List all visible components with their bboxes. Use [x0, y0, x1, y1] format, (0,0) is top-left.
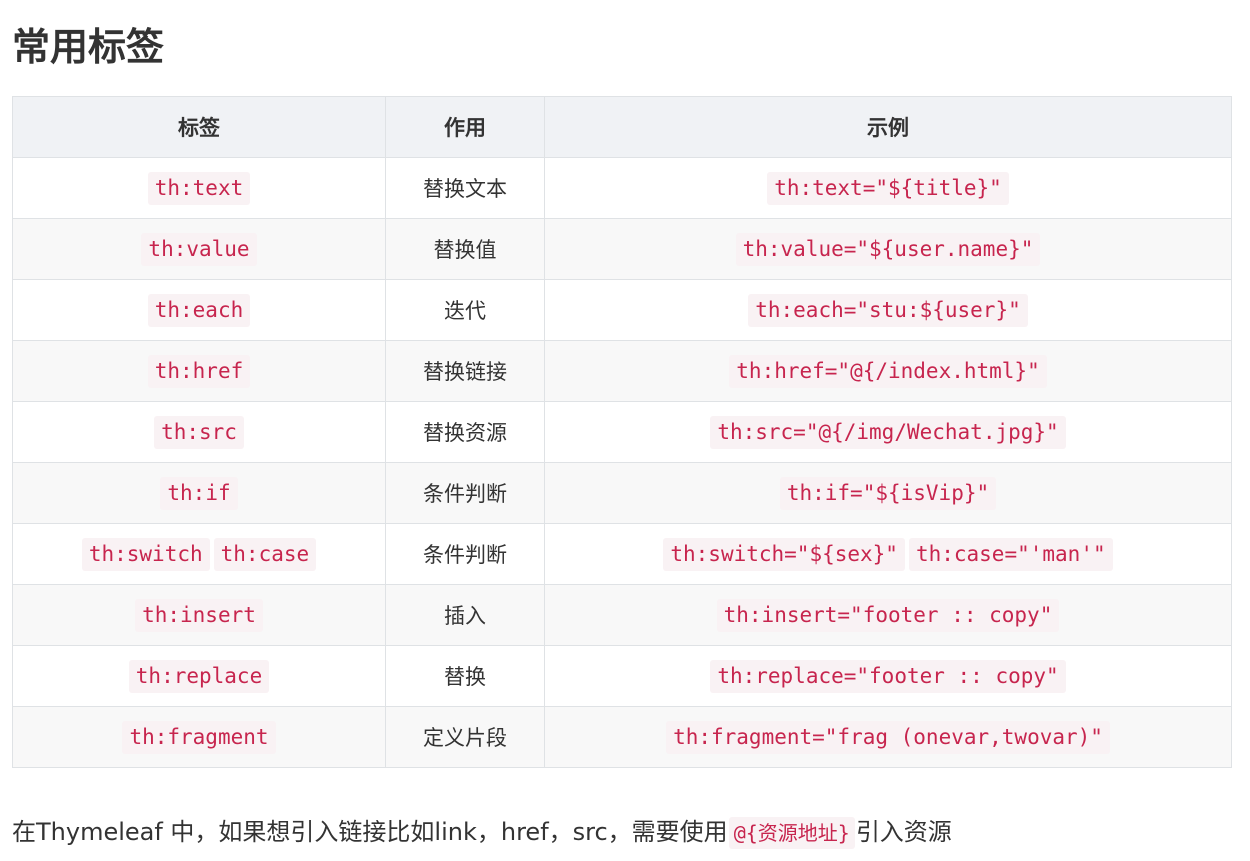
example-code: th:href="@{/index.html}" — [729, 354, 1047, 388]
tag-cell: th:fragment — [12, 706, 386, 768]
example-code: th:text="${title}" — [767, 171, 1009, 205]
example-cell: th:fragment="frag (onevar,twovar)" — [544, 706, 1232, 768]
tag-code: th:case — [213, 537, 317, 571]
purpose-cell: 替换值 — [385, 218, 545, 280]
tag-code: th:href — [147, 354, 251, 388]
purpose-cell: 条件判断 — [385, 523, 545, 585]
example-code: th:if="${isVip}" — [779, 476, 997, 510]
example-code: th:replace="footer :: copy" — [710, 659, 1066, 693]
tag-code: th:each — [147, 293, 251, 327]
header-example: 示例 — [544, 96, 1232, 158]
example-code: th:value="${user.name}" — [735, 232, 1041, 266]
tag-cell: th:value — [12, 218, 386, 280]
tag-code: th:insert — [135, 598, 263, 632]
example-cell: th:each="stu:${user}" — [544, 279, 1232, 341]
tags-table: 标签 作用 示例 th:text 替换文本 th:text="${title}"… — [12, 96, 1232, 768]
purpose-cell: 插入 — [385, 584, 545, 646]
example-code: th:switch="${sex}" — [663, 537, 905, 571]
example-cell: th:href="@{/index.html}" — [544, 340, 1232, 402]
header-purpose: 作用 — [385, 96, 545, 158]
table-row: th:value 替换值 th:value="${user.name}" — [12, 218, 1232, 280]
purpose-cell: 替换链接 — [385, 340, 545, 402]
table-row: th:fragment 定义片段 th:fragment="frag (onev… — [12, 706, 1232, 768]
purpose-cell: 迭代 — [385, 279, 545, 341]
purpose-cell: 定义片段 — [385, 706, 545, 768]
example-cell: th:replace="footer :: copy" — [544, 645, 1232, 707]
table-header-row: 标签 作用 示例 — [12, 96, 1232, 158]
purpose-cell: 替换 — [385, 645, 545, 707]
header-tag: 标签 — [12, 96, 386, 158]
note-text-before: 在Thymeleaf 中，如果想引入链接比如link，href，src，需要使用 — [12, 818, 728, 846]
table-row: th:if 条件判断 th:if="${isVip}" — [12, 462, 1232, 524]
tag-code: th:fragment — [122, 720, 276, 754]
tag-cell: th:src — [12, 401, 386, 463]
table-row: th:href 替换链接 th:href="@{/index.html}" — [12, 340, 1232, 402]
purpose-cell: 替换资源 — [385, 401, 545, 463]
tag-cell: th:if — [12, 462, 386, 524]
tag-code: th:src — [154, 415, 244, 449]
example-code: th:case="'man'" — [908, 537, 1113, 571]
example-cell: th:src="@{/img/Wechat.jpg}" — [544, 401, 1232, 463]
example-cell: th:insert="footer :: copy" — [544, 584, 1232, 646]
table-body: th:text 替换文本 th:text="${title}" th:value… — [12, 157, 1232, 768]
note-text-after: 引入资源 — [855, 818, 952, 846]
purpose-cell: 条件判断 — [385, 462, 545, 524]
tag-cell: th:switch th:case — [12, 523, 386, 585]
tag-code: th:if — [160, 476, 238, 510]
example-code: th:insert="footer :: copy" — [716, 598, 1060, 632]
tag-code: th:replace — [128, 659, 270, 693]
table-row: th:text 替换文本 th:text="${title}" — [12, 157, 1232, 219]
purpose-cell: 替换文本 — [385, 157, 545, 219]
note-code: @{资源地址} — [728, 817, 855, 849]
tag-cell: th:text — [12, 157, 386, 219]
tag-cell: th:href — [12, 340, 386, 402]
table-row: th:replace 替换 th:replace="footer :: copy… — [12, 645, 1232, 707]
example-cell: th:switch="${sex}" th:case="'man'" — [544, 523, 1232, 585]
tag-cell: th:each — [12, 279, 386, 341]
table-row: th:switch th:case 条件判断 th:switch="${sex}"… — [12, 523, 1232, 585]
example-code: th:fragment="frag (onevar,twovar)" — [666, 720, 1110, 754]
example-cell: th:text="${title}" — [544, 157, 1232, 219]
example-cell: th:if="${isVip}" — [544, 462, 1232, 524]
table-row: th:src 替换资源 th:src="@{/img/Wechat.jpg}" — [12, 401, 1232, 463]
example-code: th:src="@{/img/Wechat.jpg}" — [710, 415, 1066, 449]
table-row: th:each 迭代 th:each="stu:${user}" — [12, 279, 1232, 341]
example-cell: th:value="${user.name}" — [544, 218, 1232, 280]
table-row: th:insert 插入 th:insert="footer :: copy" — [12, 584, 1232, 646]
tag-code: th:text — [147, 171, 251, 205]
tag-cell: th:insert — [12, 584, 386, 646]
page-title: 常用标签 — [12, 25, 165, 69]
tag-code: th:switch — [81, 537, 210, 571]
resource-note: 在Thymeleaf 中，如果想引入链接比如link，href，src，需要使用… — [12, 812, 952, 852]
tag-cell: th:replace — [12, 645, 386, 707]
tag-code: th:value — [141, 232, 257, 266]
example-code: th:each="stu:${user}" — [748, 293, 1028, 327]
